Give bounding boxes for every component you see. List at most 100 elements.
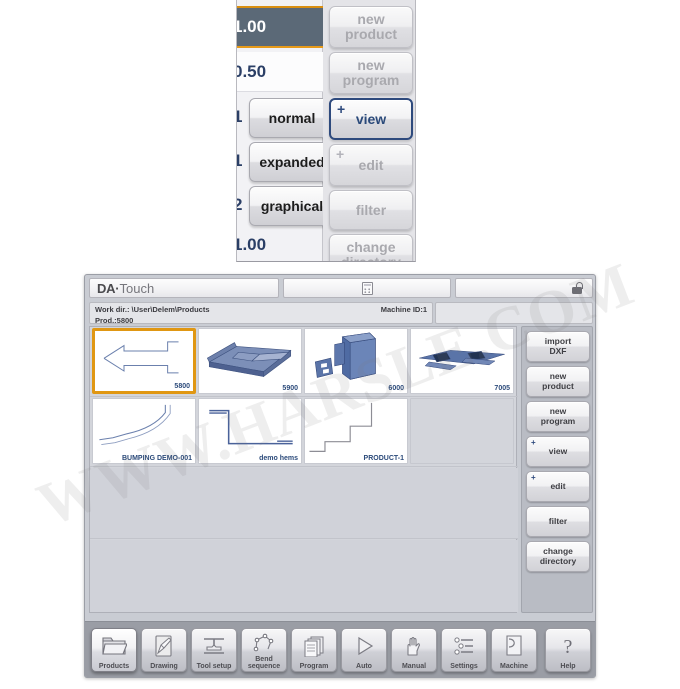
popup-value-row[interactable]: 0.50 [236, 52, 323, 92]
toolbar-button-manual[interactable]: Manual [391, 628, 437, 672]
app-logo: DA · Touch [89, 278, 279, 298]
button-label: filter [355, 201, 387, 218]
machine-page-icon [492, 629, 536, 663]
hem-profile-drawing [209, 409, 293, 445]
popup-edit-button[interactable]: + edit [329, 144, 413, 186]
product-thumbnail-6000[interactable]: 6000 [304, 328, 408, 394]
product-thumbnail-demo-hems[interactable]: demo hems [198, 398, 302, 464]
info-bar: Work dir.: \User\Delem\Products Machine … [89, 302, 433, 325]
da-touch-application-window: DA · Touch Work dir.: \User\Delem\Produc… [84, 274, 596, 678]
button-label: view [548, 445, 568, 456]
button-label: edit [550, 480, 566, 491]
button-label-line2: program [342, 72, 400, 88]
thumbnail-caption: demo hems [259, 455, 298, 462]
button-label-line1: new [357, 11, 385, 28]
popup-value-text: 1 [237, 107, 242, 127]
new-product-button[interactable]: new product [526, 366, 590, 397]
popup-value-text: 1 [237, 151, 242, 171]
toolbar-label: Settings [450, 663, 478, 670]
toolbar-label: Drawing [150, 663, 178, 670]
toolbar-label: Manual [401, 663, 427, 670]
step-profile-drawing [309, 402, 373, 452]
plus-icon: + [531, 473, 536, 482]
button-label: edit [358, 156, 384, 173]
unlocked-padlock-icon [572, 282, 583, 294]
product-thumbnail-5900[interactable]: 5900 [198, 328, 302, 394]
edit-button[interactable]: + edit [526, 471, 590, 502]
button-label-line1: change [346, 239, 396, 256]
toolbar-label: Tool setup [196, 663, 232, 670]
popup-value-column: 1.00 0.50 1 1 2 1.00 normal expanded [236, 0, 335, 261]
import-dxf-button[interactable]: import DXF [526, 331, 590, 362]
product-thumbnail-7005[interactable]: 7005 [410, 328, 514, 394]
popup-value-text: 1.00 [236, 235, 267, 254]
popup-action-column: new product new program + view + edit fi… [323, 0, 415, 261]
button-label-line2: program [540, 415, 576, 426]
popup-value-row-selected[interactable]: 1.00 [236, 6, 323, 48]
new-program-button[interactable]: new program [526, 401, 590, 432]
question-mark-icon: ? [546, 629, 590, 663]
popup-value-text: 1.00 [236, 17, 267, 36]
toolbar-label: Products [98, 663, 130, 670]
plus-icon: + [531, 438, 536, 447]
popup-new-product-button[interactable]: new product [329, 6, 413, 48]
popup-new-program-button[interactable]: new program [329, 52, 413, 94]
product-thumbnail-5800[interactable]: 5800 [92, 328, 196, 394]
change-directory-button[interactable]: change directory [526, 541, 590, 572]
toolbar-button-products[interactable]: Products [91, 628, 137, 672]
popup-filter-button[interactable]: filter [329, 190, 413, 230]
popup-value-row[interactable]: 1.00 [236, 228, 323, 261]
toolbar-button-tool-setup[interactable]: Tool setup [191, 628, 237, 672]
thumbnail-caption: PRODUCT-1 [363, 455, 404, 462]
pages-stack-icon [292, 629, 336, 663]
toolbar-button-auto[interactable]: Auto [341, 628, 387, 672]
hand-icon [392, 629, 436, 663]
calculator-button[interactable] [283, 278, 451, 298]
toolbar-label: Auto [356, 663, 372, 670]
popup-panel-inset: 1.00 0.50 1 1 2 1.00 normal expanded [236, 0, 416, 262]
profile-arrow-drawing [103, 341, 179, 374]
bump-curve-drawing [99, 404, 171, 446]
bottom-toolbar: Products Drawing Tool setup Bend sequenc… [85, 621, 595, 677]
panel-3d-drawing [419, 350, 505, 370]
product-thumbnail-product-1[interactable]: PRODUCT-1 [304, 398, 408, 464]
sliders-list-icon [442, 629, 486, 663]
pencil-page-icon [142, 629, 186, 663]
button-label-line2: directory [539, 555, 577, 566]
bend-sequence-icon [242, 629, 286, 656]
product-thumbnail-bumping-demo-001[interactable]: BUMPING DEMO-001 [92, 398, 196, 464]
toolbar-label: Program [299, 663, 329, 670]
side-button-panel: import DXF new product new program + vie… [521, 326, 593, 613]
toolbar-button-bend-sequence[interactable]: Bend sequence [241, 628, 287, 672]
popup-change-directory-button[interactable]: change directory [329, 234, 413, 261]
calculator-icon [361, 281, 373, 295]
popup-view-button[interactable]: + view [329, 98, 413, 140]
product-thumbnail-empty[interactable] [410, 398, 514, 464]
toolbar-button-drawing[interactable]: Drawing [141, 628, 187, 672]
toolbar-button-program[interactable]: Program [291, 628, 337, 672]
view-button[interactable]: + view [526, 436, 590, 467]
toolbar-label: Machine [499, 663, 528, 670]
lock-button[interactable] [455, 278, 593, 298]
plus-icon: + [336, 146, 345, 162]
machine-id-text: Machine ID:1 [380, 305, 427, 314]
button-label-line2: DXF [549, 345, 567, 356]
app-header: DA · Touch [85, 275, 595, 301]
info-bar-secondary [435, 302, 593, 324]
toolbar-button-help[interactable]: ? Help [545, 628, 591, 672]
button-label-line2: product [344, 26, 398, 42]
popup-value-text: 0.50 [236, 61, 267, 81]
button-label: view [355, 110, 387, 127]
button-label: normal [268, 109, 316, 126]
thumbnail-id: 7005 [494, 385, 510, 392]
tray-3d-drawing [206, 342, 292, 378]
work-dir-text: Work dir.: \User\Delem\Products [95, 305, 210, 314]
thumbnail-id: 6000 [388, 385, 404, 392]
logo-da-text: DA [97, 280, 116, 296]
thumbnail-id: 5900 [282, 385, 298, 392]
cabinet-3d-drawing [314, 332, 377, 380]
toolbar-button-settings[interactable]: Settings [441, 628, 487, 672]
plus-icon: + [337, 101, 346, 117]
toolbar-button-machine[interactable]: Machine [491, 628, 537, 672]
filter-button[interactable]: filter [526, 506, 590, 537]
